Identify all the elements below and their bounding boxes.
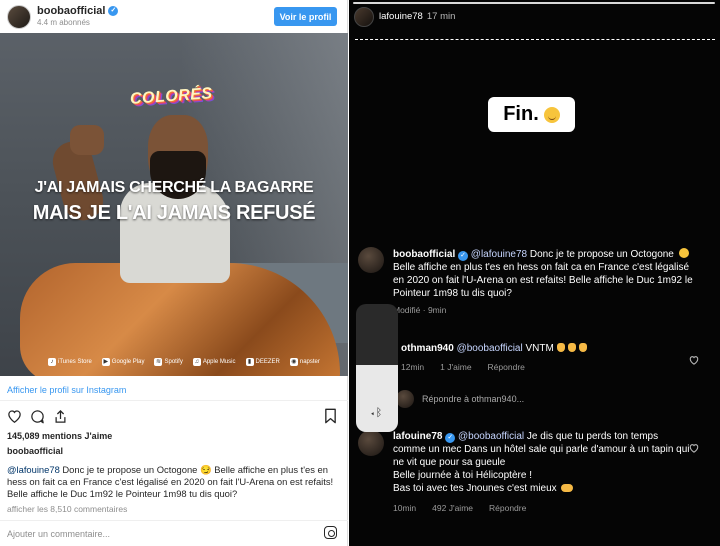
reply-link[interactable]: Répondre bbox=[488, 362, 525, 372]
view-profile-link[interactable]: Afficher le profil sur Instagram bbox=[7, 385, 126, 395]
verified-badge-icon: ✓ bbox=[108, 6, 119, 16]
middle-finger-icon bbox=[567, 343, 576, 352]
comment-mention[interactable]: @lafouine78 bbox=[471, 249, 527, 260]
instagram-embed: booba​official ✓ 4.4 m abonnés Voir le p… bbox=[0, 0, 348, 546]
volume-fill bbox=[356, 365, 398, 432]
post-header: booba​official ✓ 4.4 m abonnés Voir le p… bbox=[0, 0, 348, 33]
post-username[interactable]: booba​official ✓ bbox=[37, 5, 119, 17]
dashed-line bbox=[355, 39, 715, 40]
username-text[interactable]: booba​official bbox=[37, 5, 105, 17]
story-username[interactable]: lafouine78 bbox=[379, 11, 423, 22]
bookmark-icon[interactable] bbox=[324, 408, 337, 429]
comment-author[interactable]: lafouine78 bbox=[393, 431, 442, 442]
store-deezer: ▮ DEEZER bbox=[245, 358, 280, 366]
store-itunes: ♪ iTunes Store bbox=[48, 358, 92, 366]
comment-text-cont: Belle affiche en plus t'es en hess on fa… bbox=[393, 262, 693, 299]
bluetooth-speaker-icon: ◂ᛒ bbox=[369, 407, 383, 419]
image-caption-line2: MAIS JE L'AI JAMAIS REFUSÉ bbox=[32, 202, 316, 224]
story-time: 17 min bbox=[426, 11, 456, 22]
store-napster: ◉ napster bbox=[289, 358, 320, 366]
post-owner[interactable]: boobaofficial bbox=[7, 446, 63, 456]
divider bbox=[0, 520, 348, 521]
avatar[interactable] bbox=[7, 5, 31, 29]
comment-likes[interactable]: 492 J'aime bbox=[432, 503, 473, 513]
spotify-icon: ≋ bbox=[154, 358, 163, 366]
comment-text-line2: Belle journée à toi Hélicoptère ! bbox=[393, 470, 532, 481]
comment-time: 10min bbox=[393, 503, 417, 513]
fin-text: Fin. bbox=[503, 103, 539, 125]
avatar[interactable] bbox=[354, 7, 374, 27]
like-count[interactable]: 145,089 mentions J'aime bbox=[7, 431, 112, 441]
comment-text: Donc je te propose un Octogone bbox=[527, 249, 677, 260]
view-all-comments-link[interactable]: afficher les 8,510 commentaires bbox=[7, 504, 127, 514]
image-caption-line1: J'AI JAMAIS CHERCHÉ LA BAGARRE bbox=[34, 179, 314, 196]
relieved-face-icon bbox=[543, 106, 560, 123]
reply-input[interactable]: Répondre à othman940... bbox=[422, 394, 524, 404]
comment-boobaofficial: boobaofficial ✓ @lafouine78 Donc je te p… bbox=[393, 248, 693, 300]
story-progress-bar bbox=[353, 2, 715, 4]
comment-meta: Modifié · 9min bbox=[393, 305, 446, 315]
view-profile-button[interactable]: Voir le profil bbox=[274, 7, 337, 26]
handshake-icon bbox=[560, 484, 573, 492]
comment-author[interactable]: othman940 bbox=[401, 343, 454, 354]
middle-finger-icon bbox=[578, 343, 587, 352]
comment-edited-time: Modifié · 9min bbox=[393, 305, 447, 315]
like-heart-icon[interactable] bbox=[689, 352, 699, 365]
post-caption: @lafouine78 Donc je te propose un Octogo… bbox=[7, 464, 342, 500]
avatar[interactable] bbox=[358, 247, 384, 273]
action-bar bbox=[6, 408, 68, 424]
comment-lafouine78: lafouine78 ✓ @boobaofficial Je dis que t… bbox=[393, 430, 693, 495]
google-play-icon: ▶ bbox=[101, 358, 110, 366]
comment-text: VNTM bbox=[522, 343, 554, 354]
like-heart-icon[interactable] bbox=[689, 440, 699, 453]
heart-icon[interactable] bbox=[6, 408, 22, 424]
comment-meta: 12min 1 J'aime Répondre bbox=[401, 362, 525, 372]
smirk-face-icon bbox=[678, 248, 689, 258]
comment-mention[interactable]: @boobaofficial bbox=[457, 343, 523, 354]
volume-slider[interactable]: ◂ᛒ bbox=[356, 304, 398, 432]
instagram-logo-icon[interactable] bbox=[324, 526, 337, 539]
caption-mention[interactable]: @lafouine78 bbox=[7, 464, 60, 475]
share-icon[interactable] bbox=[52, 408, 68, 424]
apple-music-icon: ♫ bbox=[192, 358, 201, 366]
comment-meta: 10min 492 J'aime Répondre bbox=[393, 503, 526, 513]
deezer-icon: ▮ bbox=[245, 358, 254, 366]
reply-link[interactable]: Répondre bbox=[489, 503, 526, 513]
fin-sticker: Fin. bbox=[488, 97, 575, 132]
itunes-icon: ♪ bbox=[48, 358, 56, 366]
reply-placeholder[interactable]: Répondre à othman940... bbox=[422, 394, 524, 404]
store-spotify: ≋ Spotify bbox=[154, 358, 183, 366]
avatar[interactable] bbox=[358, 430, 384, 456]
verified-badge-icon: ✓ bbox=[458, 251, 469, 261]
comment-text-line3: Bas toi avec tes Jnounes c'est mieux bbox=[393, 483, 557, 494]
napster-icon: ◉ bbox=[289, 358, 298, 366]
store-apple-music: ♫ Apple Music bbox=[192, 358, 236, 366]
avatar bbox=[396, 390, 414, 408]
store-google-play: ▶ Google Play bbox=[101, 358, 145, 366]
comment-likes[interactable]: 1 J'aime bbox=[440, 362, 471, 372]
comment-time: 12min bbox=[401, 362, 425, 372]
post-image[interactable]: COLORÉS J'AI JAMAIS CHERCHÉ LA BAGARRE M… bbox=[0, 33, 348, 376]
comment-othman940: othman940 @boobaofficial VNTM bbox=[401, 342, 681, 355]
middle-finger-icon bbox=[556, 343, 565, 352]
story-header: lafouine78 17 min bbox=[379, 11, 455, 22]
verified-badge-icon: ✓ bbox=[445, 433, 456, 443]
comment-author[interactable]: boobaofficial bbox=[393, 249, 455, 260]
divider bbox=[0, 400, 348, 401]
photo-hand bbox=[70, 125, 104, 155]
store-badges: ♪ iTunes Store ▶ Google Play ≋ Spotify ♫ App… bbox=[48, 358, 320, 366]
follower-count: 4.4 m abonnés bbox=[37, 18, 90, 27]
comment-mention[interactable]: @boobaofficial bbox=[458, 431, 524, 442]
add-comment-input[interactable]: Ajouter un commentaire... bbox=[7, 529, 110, 539]
story-panel: lafouine78 17 min Fin. boobaofficial ✓ @l… bbox=[349, 0, 720, 546]
comment-icon[interactable] bbox=[29, 408, 45, 424]
